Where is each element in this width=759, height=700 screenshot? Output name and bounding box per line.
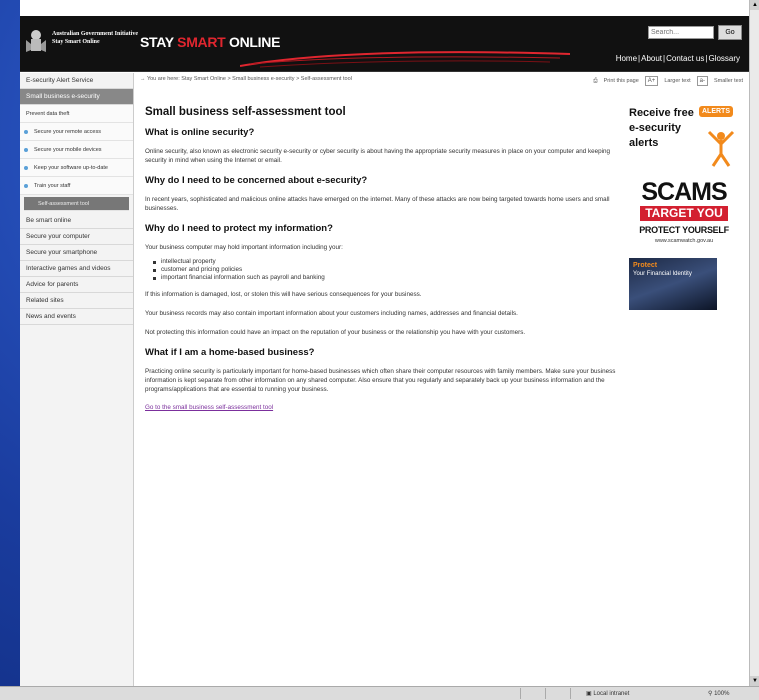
- scams-url: www.scamwatch.gov.au: [654, 238, 714, 244]
- sidebar-sub-label: Secure your mobile devices: [34, 147, 102, 153]
- scamwatch-banner[interactable]: SCAMS TARGET YOU PROTECT YOURSELF www.sc…: [629, 178, 739, 245]
- zone-text: Local intranet: [593, 691, 630, 697]
- status-bar: ▣ Local intranet ⚲ 100%: [0, 686, 759, 700]
- heading-concerned: Why do I need to be concerned about e-se…: [145, 175, 368, 186]
- person-figure-icon: [707, 130, 735, 167]
- site-header: Australian Government Initiative Stay Sm…: [20, 16, 749, 72]
- heading-online-security: What is online security?: [145, 127, 255, 138]
- zoom-level[interactable]: ⚲ 100%: [708, 690, 729, 697]
- bullet-icon: [24, 130, 28, 134]
- status-divider: [520, 688, 521, 699]
- gov-line1: Australian Government Initiative: [52, 31, 138, 37]
- scams-protect: PROTECT YOURSELF: [639, 225, 729, 235]
- paragraph-reputation: Not protecting this information could ha…: [145, 329, 526, 336]
- sidebar-sub-label: Secure your remote access: [34, 129, 101, 135]
- sidebar-sub-software[interactable]: Keep your software up-to-date: [20, 159, 133, 177]
- top-links: Home|About|Contact us|Glossary: [615, 54, 740, 63]
- status-divider: [545, 688, 546, 699]
- sidebar-item-secure-smartphone[interactable]: Secure your smartphone: [20, 245, 133, 261]
- identity-title: Protect: [633, 262, 658, 269]
- sidebar-sub-label: Train your staff: [34, 183, 71, 189]
- list-item: important financial information such as …: [153, 274, 623, 282]
- coat-of-arms-icon: [26, 30, 46, 52]
- sidebar-item-related-sites[interactable]: Related sites: [20, 293, 133, 309]
- contact-link[interactable]: Contact us: [666, 54, 704, 63]
- zoom-text: 100%: [714, 691, 730, 697]
- main-content: Small business self-assessment tool What…: [145, 106, 623, 411]
- larger-text-icon[interactable]: A+: [644, 76, 659, 86]
- swoosh-decoration: [240, 51, 570, 68]
- sidebar-item-secure-computer[interactable]: Secure your computer: [20, 229, 133, 245]
- gov-initiative-text: Australian Government Initiative Stay Sm…: [52, 30, 138, 46]
- heading-home-based: What if I am a home-based business?: [145, 347, 315, 358]
- sidebar-item-small-business[interactable]: Small business e-security: [20, 89, 133, 105]
- sidebar-item-parents[interactable]: Advice for parents: [20, 277, 133, 293]
- sidebar-item-news-events[interactable]: News and events: [20, 309, 133, 325]
- scams-title: SCAMS: [641, 178, 727, 206]
- page-tools: ⎙ Print this page A+ Larger text a- Smal…: [593, 76, 743, 86]
- go-button[interactable]: Go: [718, 25, 742, 40]
- brand-smart: SMART: [177, 34, 226, 50]
- bullet-icon: [24, 166, 28, 170]
- printer-icon: ⎙: [593, 77, 598, 84]
- list-item: intellectual property: [153, 258, 623, 266]
- paragraph-protect: Your business computer may hold importan…: [145, 244, 343, 251]
- identity-subtitle: Your Financial Identity: [633, 271, 692, 277]
- alerts-badge: ALERTS: [699, 106, 733, 117]
- smaller-text-link[interactable]: Smaller text: [714, 78, 743, 84]
- self-assessment-link[interactable]: Go to the small business self-assessment…: [145, 404, 623, 411]
- about-link[interactable]: About: [641, 54, 662, 63]
- sidebar-sub-label: Keep your software up-to-date: [34, 165, 108, 171]
- scroll-up-icon[interactable]: ▲: [750, 0, 759, 10]
- sidebar-item-be-smart[interactable]: Be smart online: [20, 213, 133, 229]
- home-link[interactable]: Home: [616, 54, 637, 63]
- status-divider: [570, 688, 571, 699]
- sidebar-sub-train-staff[interactable]: Train your staff: [20, 177, 133, 195]
- sidebar-item-alert-service[interactable]: E-security Alert Service: [20, 73, 133, 89]
- breadcrumb: → You are here: Stay Smart Online > Smal…: [140, 76, 352, 82]
- larger-text-link[interactable]: Larger text: [664, 78, 690, 84]
- sidebar-item-games-videos[interactable]: Interactive games and videos: [20, 261, 133, 277]
- financial-identity-banner[interactable]: Protect Your Financial Identity: [629, 258, 717, 310]
- bullet-icon: [24, 148, 28, 152]
- paragraph-concerned: In recent years, sophisticated and malic…: [145, 196, 610, 212]
- sidebar-nav: E-security Alert Service Small business …: [20, 73, 134, 686]
- print-link[interactable]: Print this page: [604, 78, 639, 84]
- breadcrumb-text: You are here: Stay Smart Online > Small …: [146, 76, 352, 82]
- search-input[interactable]: [648, 26, 714, 39]
- list-item: customer and pricing policies: [153, 266, 623, 274]
- gov-line2: Stay Smart Online: [52, 39, 100, 45]
- security-zone: ▣ Local intranet: [586, 690, 629, 697]
- page-title: Small business self-assessment tool: [145, 106, 346, 118]
- paragraph-home-based: Practicing online security is particular…: [145, 368, 616, 393]
- info-list: intellectual property customer and prici…: [153, 258, 623, 282]
- scroll-down-icon[interactable]: ▼: [750, 676, 759, 686]
- paragraph-records: Your business records may also contain i…: [145, 310, 518, 317]
- alerts-banner[interactable]: Receive free e-security alerts ALERTS: [629, 106, 739, 176]
- browser-window: Australian Government Initiative Stay Sm…: [20, 0, 749, 686]
- sidebar-sub-remote-access[interactable]: Secure your remote access: [20, 123, 133, 141]
- glossary-link[interactable]: Glossary: [708, 54, 740, 63]
- smaller-text-icon[interactable]: a-: [696, 76, 708, 86]
- scams-target: TARGET YOU: [640, 206, 728, 221]
- brand-stay: STAY: [140, 34, 174, 50]
- heading-protect: Why do I need to protect my information?: [145, 223, 333, 234]
- bullet-icon: [24, 184, 28, 188]
- vertical-scrollbar[interactable]: ▲ ▼: [749, 0, 759, 686]
- paragraph-damaged: If this information is damaged, lost, or…: [145, 291, 422, 298]
- right-column: Receive free e-security alerts ALERTS SC…: [629, 106, 739, 310]
- paragraph-online-security: Online security, also known as electroni…: [145, 148, 611, 164]
- sidebar-sub-mobile-devices[interactable]: Secure your mobile devices: [20, 141, 133, 159]
- breadcrumb-arrow-icon: →: [140, 76, 147, 82]
- sidebar-sub-prevent-data-theft[interactable]: Prevent data theft: [20, 105, 133, 123]
- sidebar-sub-self-assessment[interactable]: Self-assessment tool: [24, 197, 129, 211]
